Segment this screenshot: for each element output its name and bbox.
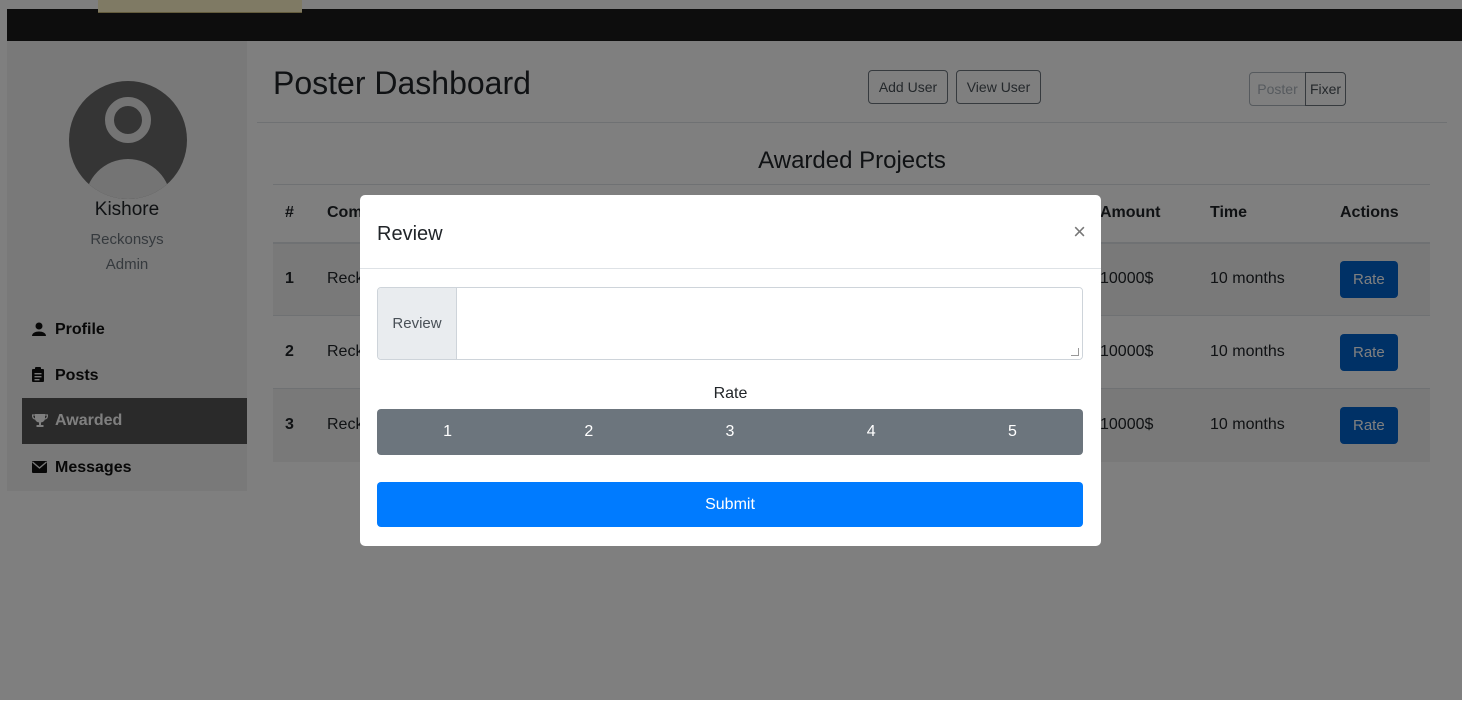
close-icon[interactable]: × [1073,219,1086,245]
review-input-group: Review [377,287,1083,360]
rate-option-2[interactable]: 2 [518,409,659,455]
submit-button[interactable]: Submit [377,482,1083,527]
modal-title: Review [377,223,443,245]
review-textarea[interactable] [458,288,1082,359]
rate-option-5[interactable]: 5 [942,409,1083,455]
rate-option-1[interactable]: 1 [377,409,518,455]
rate-option-4[interactable]: 4 [801,409,942,455]
rate-options: 1 2 3 4 5 [377,409,1083,455]
review-input-label: Review [378,288,457,359]
rate-option-3[interactable]: 3 [659,409,800,455]
rate-label: Rate [713,385,748,402]
modal-header: Review × [360,195,1101,269]
review-modal: Review × Review Rate 1 2 3 4 5 Submit [360,195,1101,546]
resize-grip-icon[interactable] [1071,348,1079,356]
